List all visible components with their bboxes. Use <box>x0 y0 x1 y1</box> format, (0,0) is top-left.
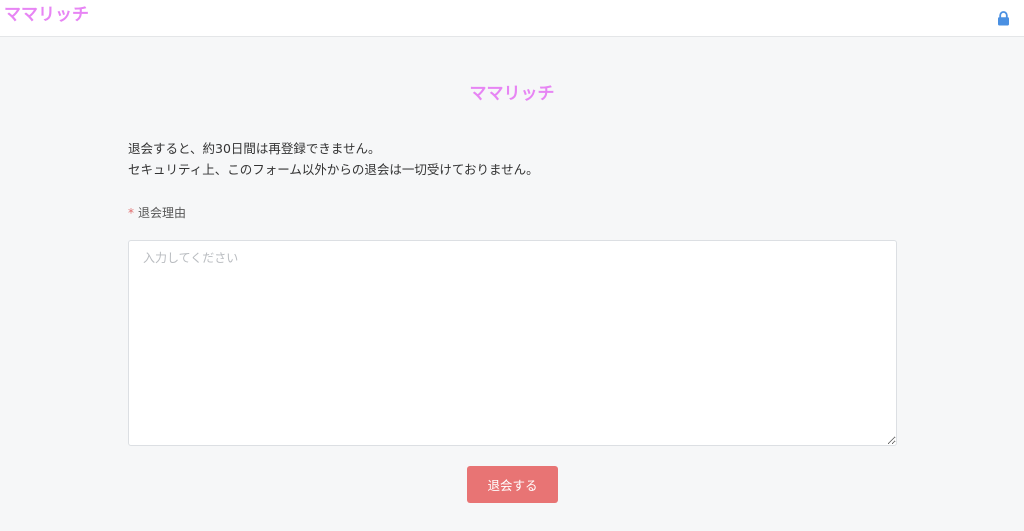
required-mark: * <box>128 206 134 220</box>
lock-icon[interactable] <box>997 11 1010 26</box>
reason-textarea[interactable] <box>128 240 897 446</box>
withdraw-button[interactable]: 退会する <box>467 466 558 503</box>
site-logo[interactable]: ママリッチ <box>4 5 89 25</box>
withdrawal-notice: 退会すると、約30日間は再登録できません。 セキュリティ上、このフォーム以外から… <box>128 138 539 180</box>
notice-line: セキュリティ上、このフォーム以外からの退会は一切受けておりません。 <box>128 162 539 177</box>
reason-label: * 退会理由 <box>128 204 186 222</box>
reason-label-text: 退会理由 <box>138 206 187 220</box>
top-navbar: ママリッチ <box>0 0 1024 37</box>
page-title: ママリッチ <box>469 84 555 104</box>
notice-line: 退会すると、約30日間は再登録できません。 <box>128 141 381 156</box>
